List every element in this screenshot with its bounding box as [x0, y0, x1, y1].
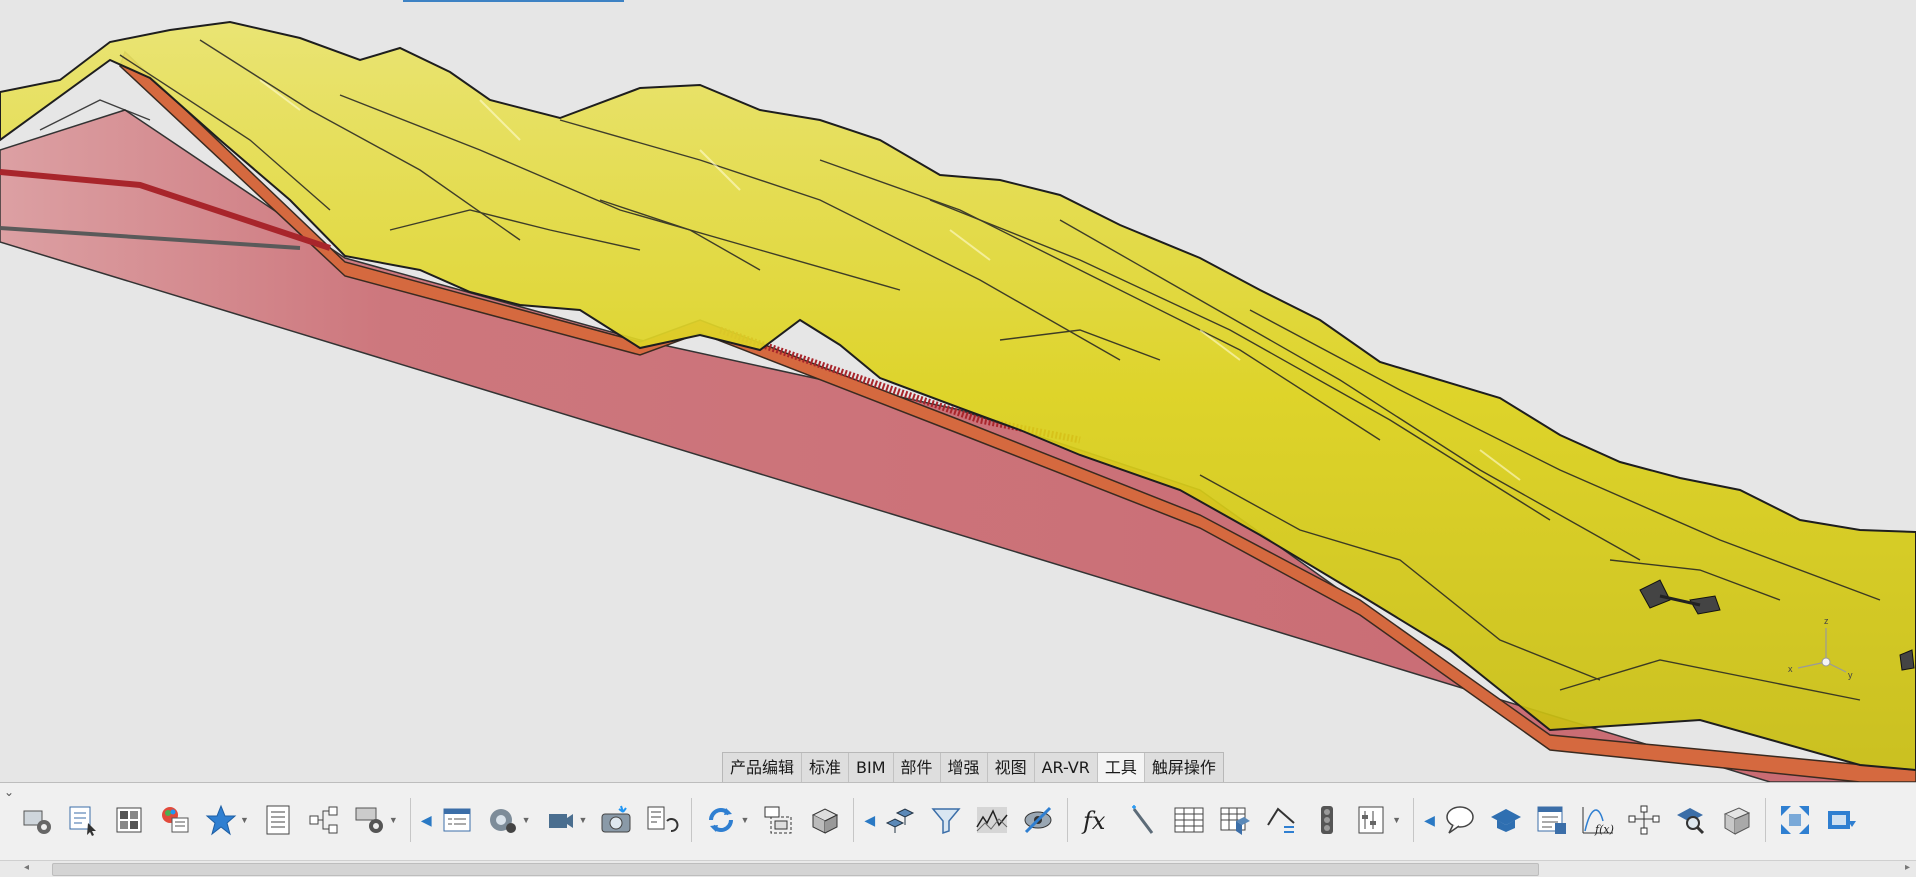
tab-touch-operation[interactable]: 触屏操作 [1144, 753, 1223, 782]
tab-tools[interactable]: 工具 [1097, 753, 1145, 782]
toolbar-separator [1764, 798, 1766, 842]
filter-icon[interactable] [928, 802, 964, 838]
tools-toolbar: ⌄ ▼ ▼ ◀ ▼ ▼ ▼ ◀ fx ▼ ◀ f(x) [0, 782, 1916, 861]
horizontal-scrollbar[interactable]: ◂ ▸ [0, 860, 1916, 877]
group-expand-icon[interactable]: ◀ [1424, 812, 1435, 829]
group-expand-icon[interactable]: ◀ [421, 812, 432, 829]
toolbar-separator [853, 798, 855, 842]
tab-parts[interactable]: 部件 [893, 753, 941, 782]
zoom-fit-icon[interactable] [1777, 802, 1813, 838]
tab-view[interactable]: 视图 [987, 753, 1035, 782]
tab-enhance[interactable]: 增强 [940, 753, 988, 782]
select-tool-icon[interactable] [65, 802, 101, 838]
traffic-light-icon[interactable] [1309, 802, 1345, 838]
toolbar-separator [409, 798, 411, 842]
layout-grid-icon[interactable] [111, 802, 147, 838]
svg-text:fx: fx [1081, 807, 1106, 835]
compass-z-label: z [1824, 616, 1829, 626]
terrain-analysis-icon[interactable] [974, 802, 1010, 838]
render-dropdown-icon[interactable]: ▼ [522, 815, 531, 825]
comment-icon[interactable] [1442, 802, 1478, 838]
formula-fx-icon[interactable]: fx [1079, 802, 1115, 838]
data-panel-icon[interactable] [1534, 802, 1570, 838]
tree-structure-icon[interactable] [306, 802, 342, 838]
favorites-star-icon[interactable] [203, 802, 239, 838]
solid-box-icon[interactable] [1718, 802, 1754, 838]
inspect-icon[interactable] [1672, 802, 1708, 838]
options-dropdown-icon[interactable]: ▼ [389, 815, 398, 825]
camera-dropdown-icon[interactable]: ▼ [579, 815, 588, 825]
material-render-icon[interactable] [157, 802, 193, 838]
refresh-dropdown-icon[interactable]: ▼ [740, 815, 749, 825]
data-dropdown-icon[interactable]: ▼ [1392, 815, 1401, 825]
command-settings-icon[interactable] [19, 802, 55, 838]
render-settings-icon[interactable] [485, 802, 521, 838]
svg-text:f(x): f(x) [1594, 823, 1614, 836]
animation-icon[interactable] [644, 802, 680, 838]
measure-icon[interactable] [1263, 802, 1299, 838]
tab-bim[interactable]: BIM [849, 753, 894, 782]
learning-icon[interactable] [1488, 802, 1524, 838]
options-icon[interactable] [352, 802, 388, 838]
function-graph-icon[interactable]: f(x) [1580, 802, 1616, 838]
scroll-left-icon[interactable]: ◂ [24, 862, 29, 873]
toolbar-separator [1413, 798, 1415, 842]
toolbar-end-icon[interactable] [1823, 802, 1859, 838]
network-icon[interactable] [1626, 802, 1662, 838]
hide-show-icon[interactable] [1020, 802, 1056, 838]
toolbar-row: ▼ ▼ ◀ ▼ ▼ ▼ ◀ fx ▼ ◀ f(x) [14, 793, 1914, 847]
tab-standard[interactable]: 标准 [802, 753, 850, 782]
ribbon-tabs: 产品编辑 标准 BIM 部件 增强 视图 AR-VR 工具 触屏操作 [722, 752, 1224, 782]
3d-viewport[interactable]: z x y 产品编辑 标准 BIM 部件 增强 视图 AR-VR 工具 触屏操作 [0, 0, 1916, 782]
table-icon[interactable] [1171, 802, 1207, 838]
properties-panel-icon[interactable] [439, 802, 475, 838]
terrain-surface[interactable] [0, 20, 1916, 772]
scroll-right-icon[interactable]: ▸ [1905, 862, 1910, 873]
scrollbar-thumb[interactable] [52, 863, 1539, 876]
magic-wand-icon[interactable] [1125, 802, 1161, 838]
transform-icon[interactable] [882, 802, 918, 838]
collapse-toolbar-icon[interactable]: ⌄ [4, 785, 14, 799]
capture-image-icon[interactable] [598, 802, 634, 838]
list-report-icon[interactable] [260, 802, 296, 838]
stack-objects-icon[interactable] [806, 802, 842, 838]
tab-product-edit[interactable]: 产品编辑 [723, 753, 803, 782]
favorites-dropdown-icon[interactable]: ▼ [240, 815, 249, 825]
toolbar-separator [1067, 798, 1069, 842]
group-expand-icon[interactable]: ◀ [864, 812, 875, 829]
terrain-model[interactable]: z x y [0, 0, 1916, 782]
data-slider-icon[interactable] [1355, 802, 1391, 838]
selection-box-icon[interactable] [760, 802, 796, 838]
tab-ar-vr[interactable]: AR-VR [1034, 753, 1098, 782]
database-icon[interactable] [1217, 802, 1253, 838]
compass-y-label: y [1848, 670, 1853, 680]
toolbar-separator [691, 798, 693, 842]
camera-icon[interactable] [542, 802, 578, 838]
refresh-icon[interactable] [703, 802, 739, 838]
compass-x-label: x [1788, 664, 1793, 674]
